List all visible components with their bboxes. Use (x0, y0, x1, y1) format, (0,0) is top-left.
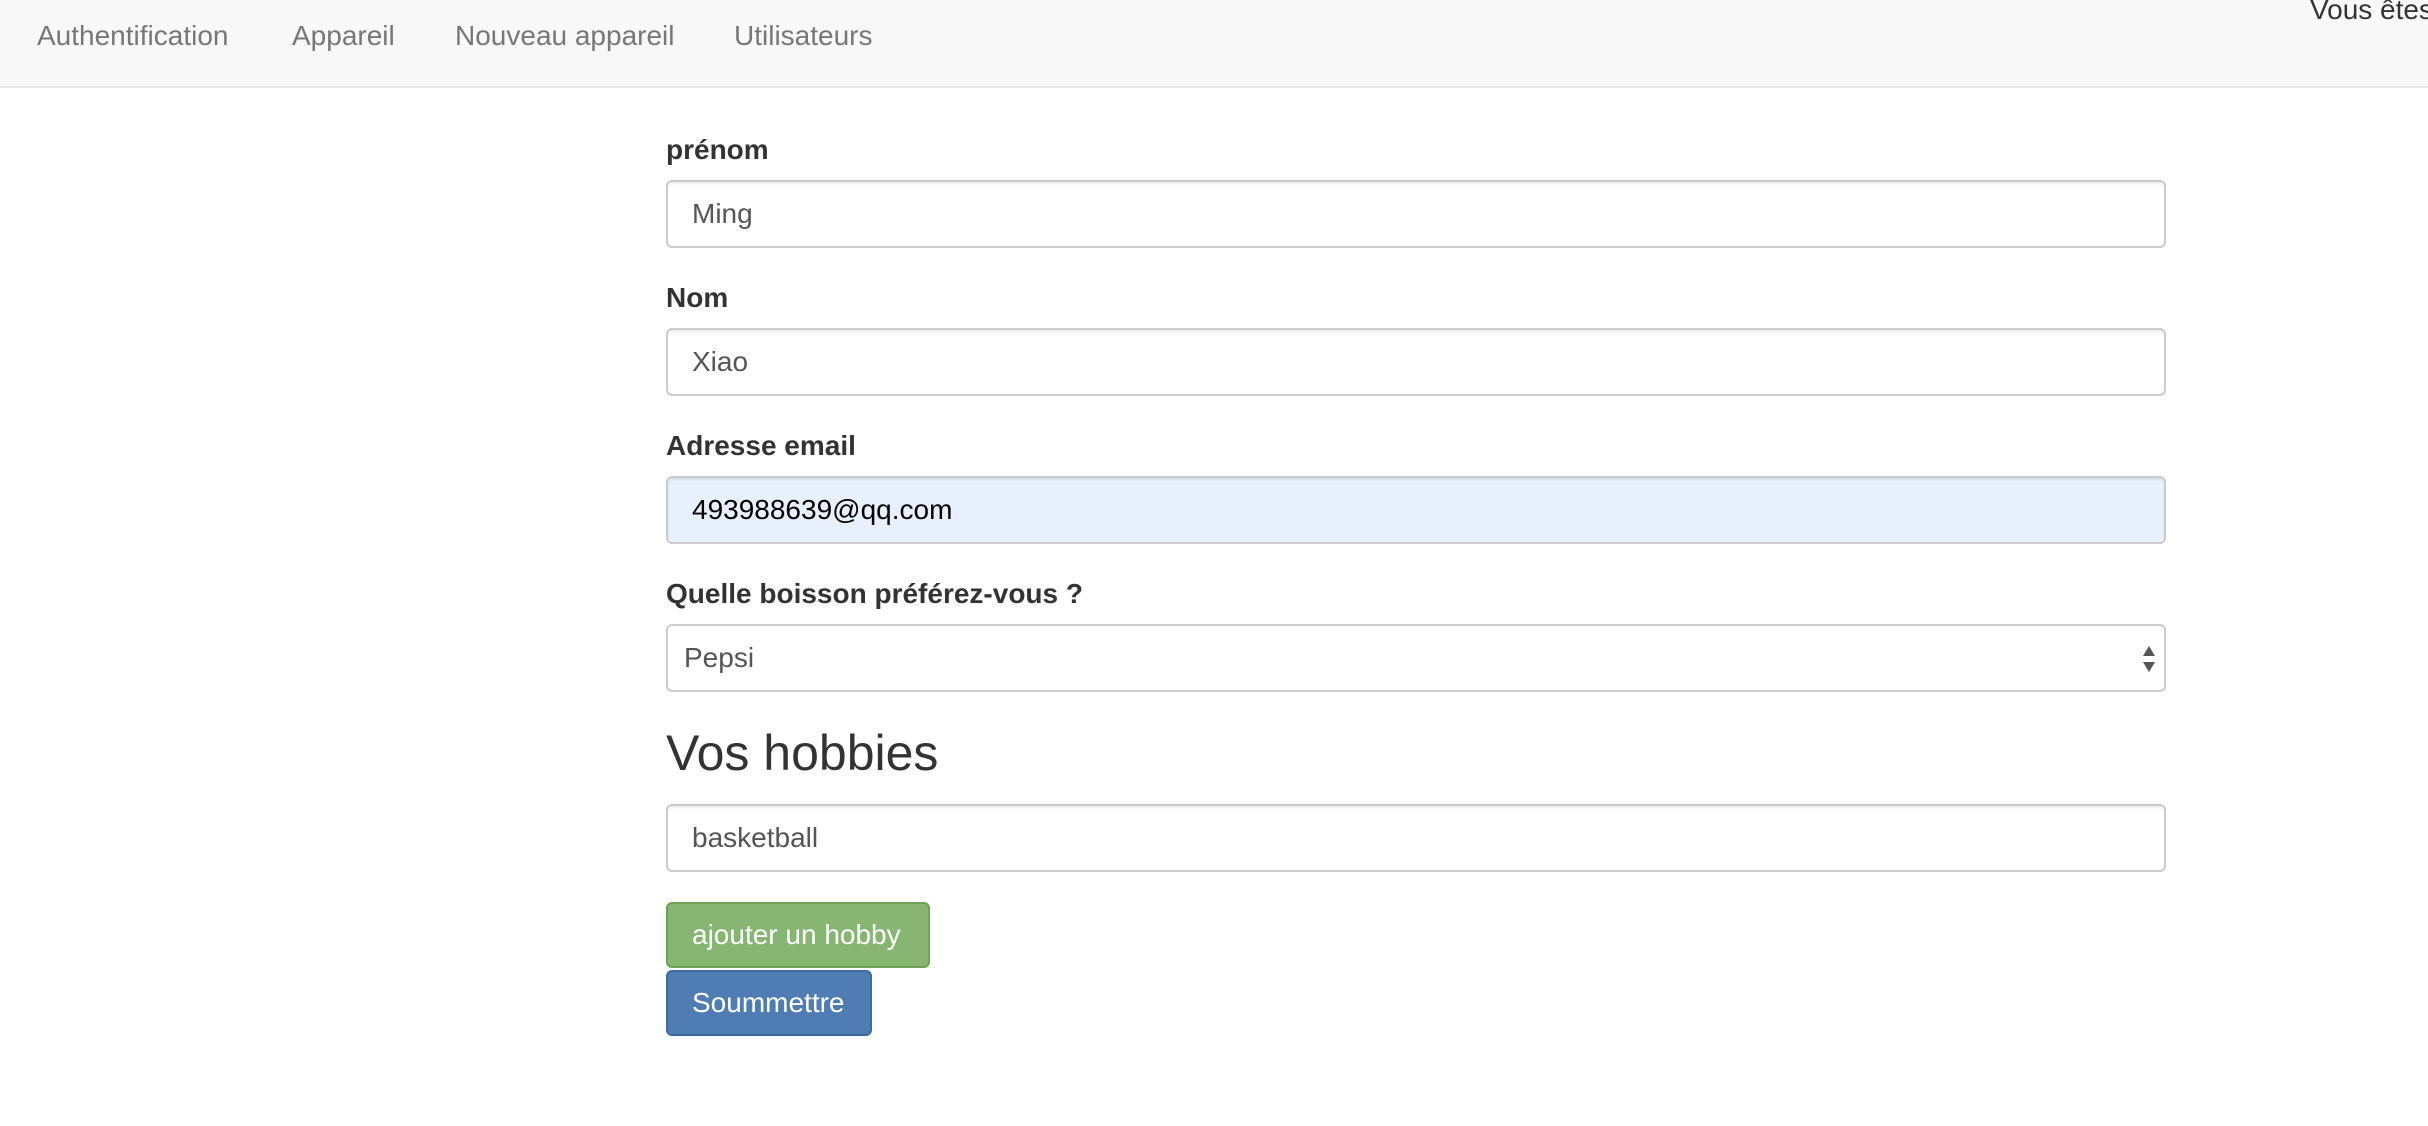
select-arrows-icon (2143, 646, 2155, 672)
drink-label: Quelle boisson préférez-vous ? (666, 578, 1083, 609)
user-status-text: Vous êtes (2310, 0, 2428, 25)
nav-link-appareil[interactable]: Appareil (292, 20, 395, 52)
drink-select[interactable]: Pepsi (666, 624, 2166, 692)
firstname-label: prénom (666, 134, 769, 165)
nav-link-nouveau-appareil[interactable]: Nouveau appareil (455, 20, 675, 52)
lastname-input[interactable] (666, 328, 2166, 396)
hobby-input[interactable] (666, 804, 2166, 872)
nav-link-utilisateurs[interactable]: Utilisateurs (734, 20, 872, 52)
drink-select-value: Pepsi (684, 642, 755, 673)
lastname-label: Nom (666, 282, 729, 313)
add-hobby-button[interactable]: ajouter un hobby (666, 902, 930, 968)
nav-link-authentification[interactable]: Authentification (37, 20, 228, 52)
firstname-input[interactable] (666, 180, 2166, 248)
email-label: Adresse email (666, 430, 856, 461)
submit-button[interactable]: Soummettre (666, 970, 872, 1036)
top-navbar: Authentification Appareil Nouveau appare… (0, 0, 2428, 88)
hobbies-title: Vos hobbies (666, 725, 939, 781)
email-input[interactable] (666, 476, 2166, 544)
